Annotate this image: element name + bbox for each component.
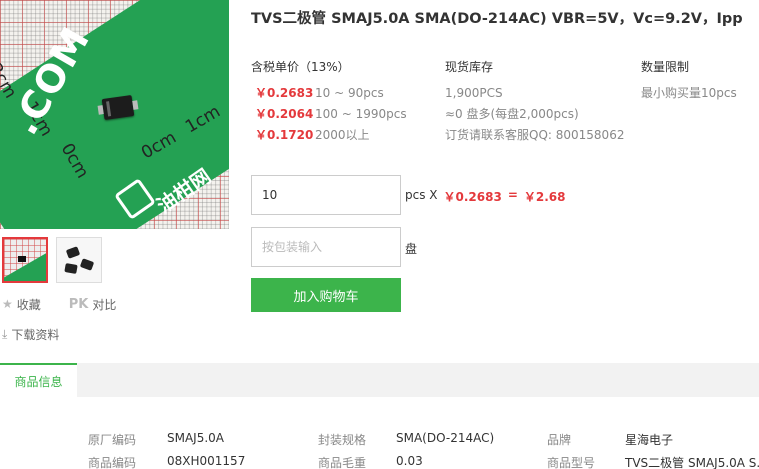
price-tier: ￥0.2064 100 ~ 1990pcs [255,103,407,124]
spec-value: SMAJ5.0A [167,431,225,445]
spec-label: 原厂编码 [88,433,137,447]
tab-product-info[interactable]: 商品信息 [0,363,77,397]
product-main-image: 2cm 1cm 0cm 0cm 1cm .COM 油柑网 [0,0,229,229]
add-to-cart-button[interactable]: 加入购物车 [251,278,401,312]
spec-value: 0.03 [396,454,423,468]
side-actions: ★ 收藏 PK 对比 ⤓ 下载资料 [2,295,116,343]
spec-value: 星海电子 [625,433,674,447]
quantity-input[interactable] [251,175,401,215]
pk-icon: PK [68,296,89,312]
tier-price: ￥0.2683 [255,86,314,100]
spec-label: 商品编码 [88,456,137,469]
compare-link[interactable]: 对比 [92,296,116,313]
qty-unit: pcs X [405,188,438,202]
tier-range: 100 ~ 1990pcs [315,106,407,121]
calc-unit-price: ￥0.2683 [443,190,502,204]
spec-value: SMA(DO-214AC) [396,431,495,445]
spec-label: 商品型号 [547,456,596,469]
equals-sign: = [507,188,518,202]
tier-price: ￥0.2064 [255,107,314,121]
spec-label: 商品毛重 [318,456,367,469]
spec-value: 08XH001157 [167,454,246,468]
download-link[interactable]: 下载资料 [11,326,59,343]
tier-range: 2000以上 [315,128,370,142]
calc-total: ￥2.68 [523,190,566,204]
price-tiers: ￥0.2683 10 ~ 90pcs ￥0.2064 100 ~ 1990pcs… [255,82,407,145]
spec-label: 封装规格 [318,433,367,447]
stock-quantity: 1,900PCS [445,85,503,100]
price-header: 含税单价（13%） [251,60,350,74]
min-order-text: 最小购买量10pcs [641,86,737,100]
price-tier: ￥0.2683 10 ~ 90pcs [255,82,407,103]
star-icon: ★ [2,297,13,311]
thumbnail-2[interactable] [56,237,102,283]
stock-header: 现货库存 [445,60,494,74]
tier-range: 10 ~ 90pcs [315,85,384,100]
package-input[interactable] [251,227,401,267]
product-title: TVS二极管 SMAJ5.0A SMA(DO-214AC) VBR=5V，Vc=… [251,11,743,27]
favorite-link[interactable]: 收藏 [17,296,41,313]
diode-chip [101,95,135,120]
price-calculation: pcs X ￥0.2683 = ￥2.68 [405,188,566,205]
tier-price: ￥0.1720 [255,128,314,142]
download-icon: ⤓ [2,326,8,341]
package-unit: 盘 [405,242,418,256]
spec-value: TVS二极管 SMAJ5.0A S... [625,456,759,469]
stock-info: 1,900PCS ≈0 盘多(每盘2,000pcs) 订货请联系客服QQ: 80… [445,82,624,145]
stock-reels: ≈0 盘多(每盘2,000pcs) [445,107,579,121]
tab-bar [0,363,759,397]
thumbnail-strip [2,237,102,283]
price-tier: ￥0.1720 2000以上 [255,124,407,145]
spec-label: 品牌 [547,433,572,447]
limit-header: 数量限制 [641,60,690,74]
stock-contact: 订货请联系客服QQ: 800158062 [445,128,625,142]
thumbnail-1[interactable] [2,237,48,283]
